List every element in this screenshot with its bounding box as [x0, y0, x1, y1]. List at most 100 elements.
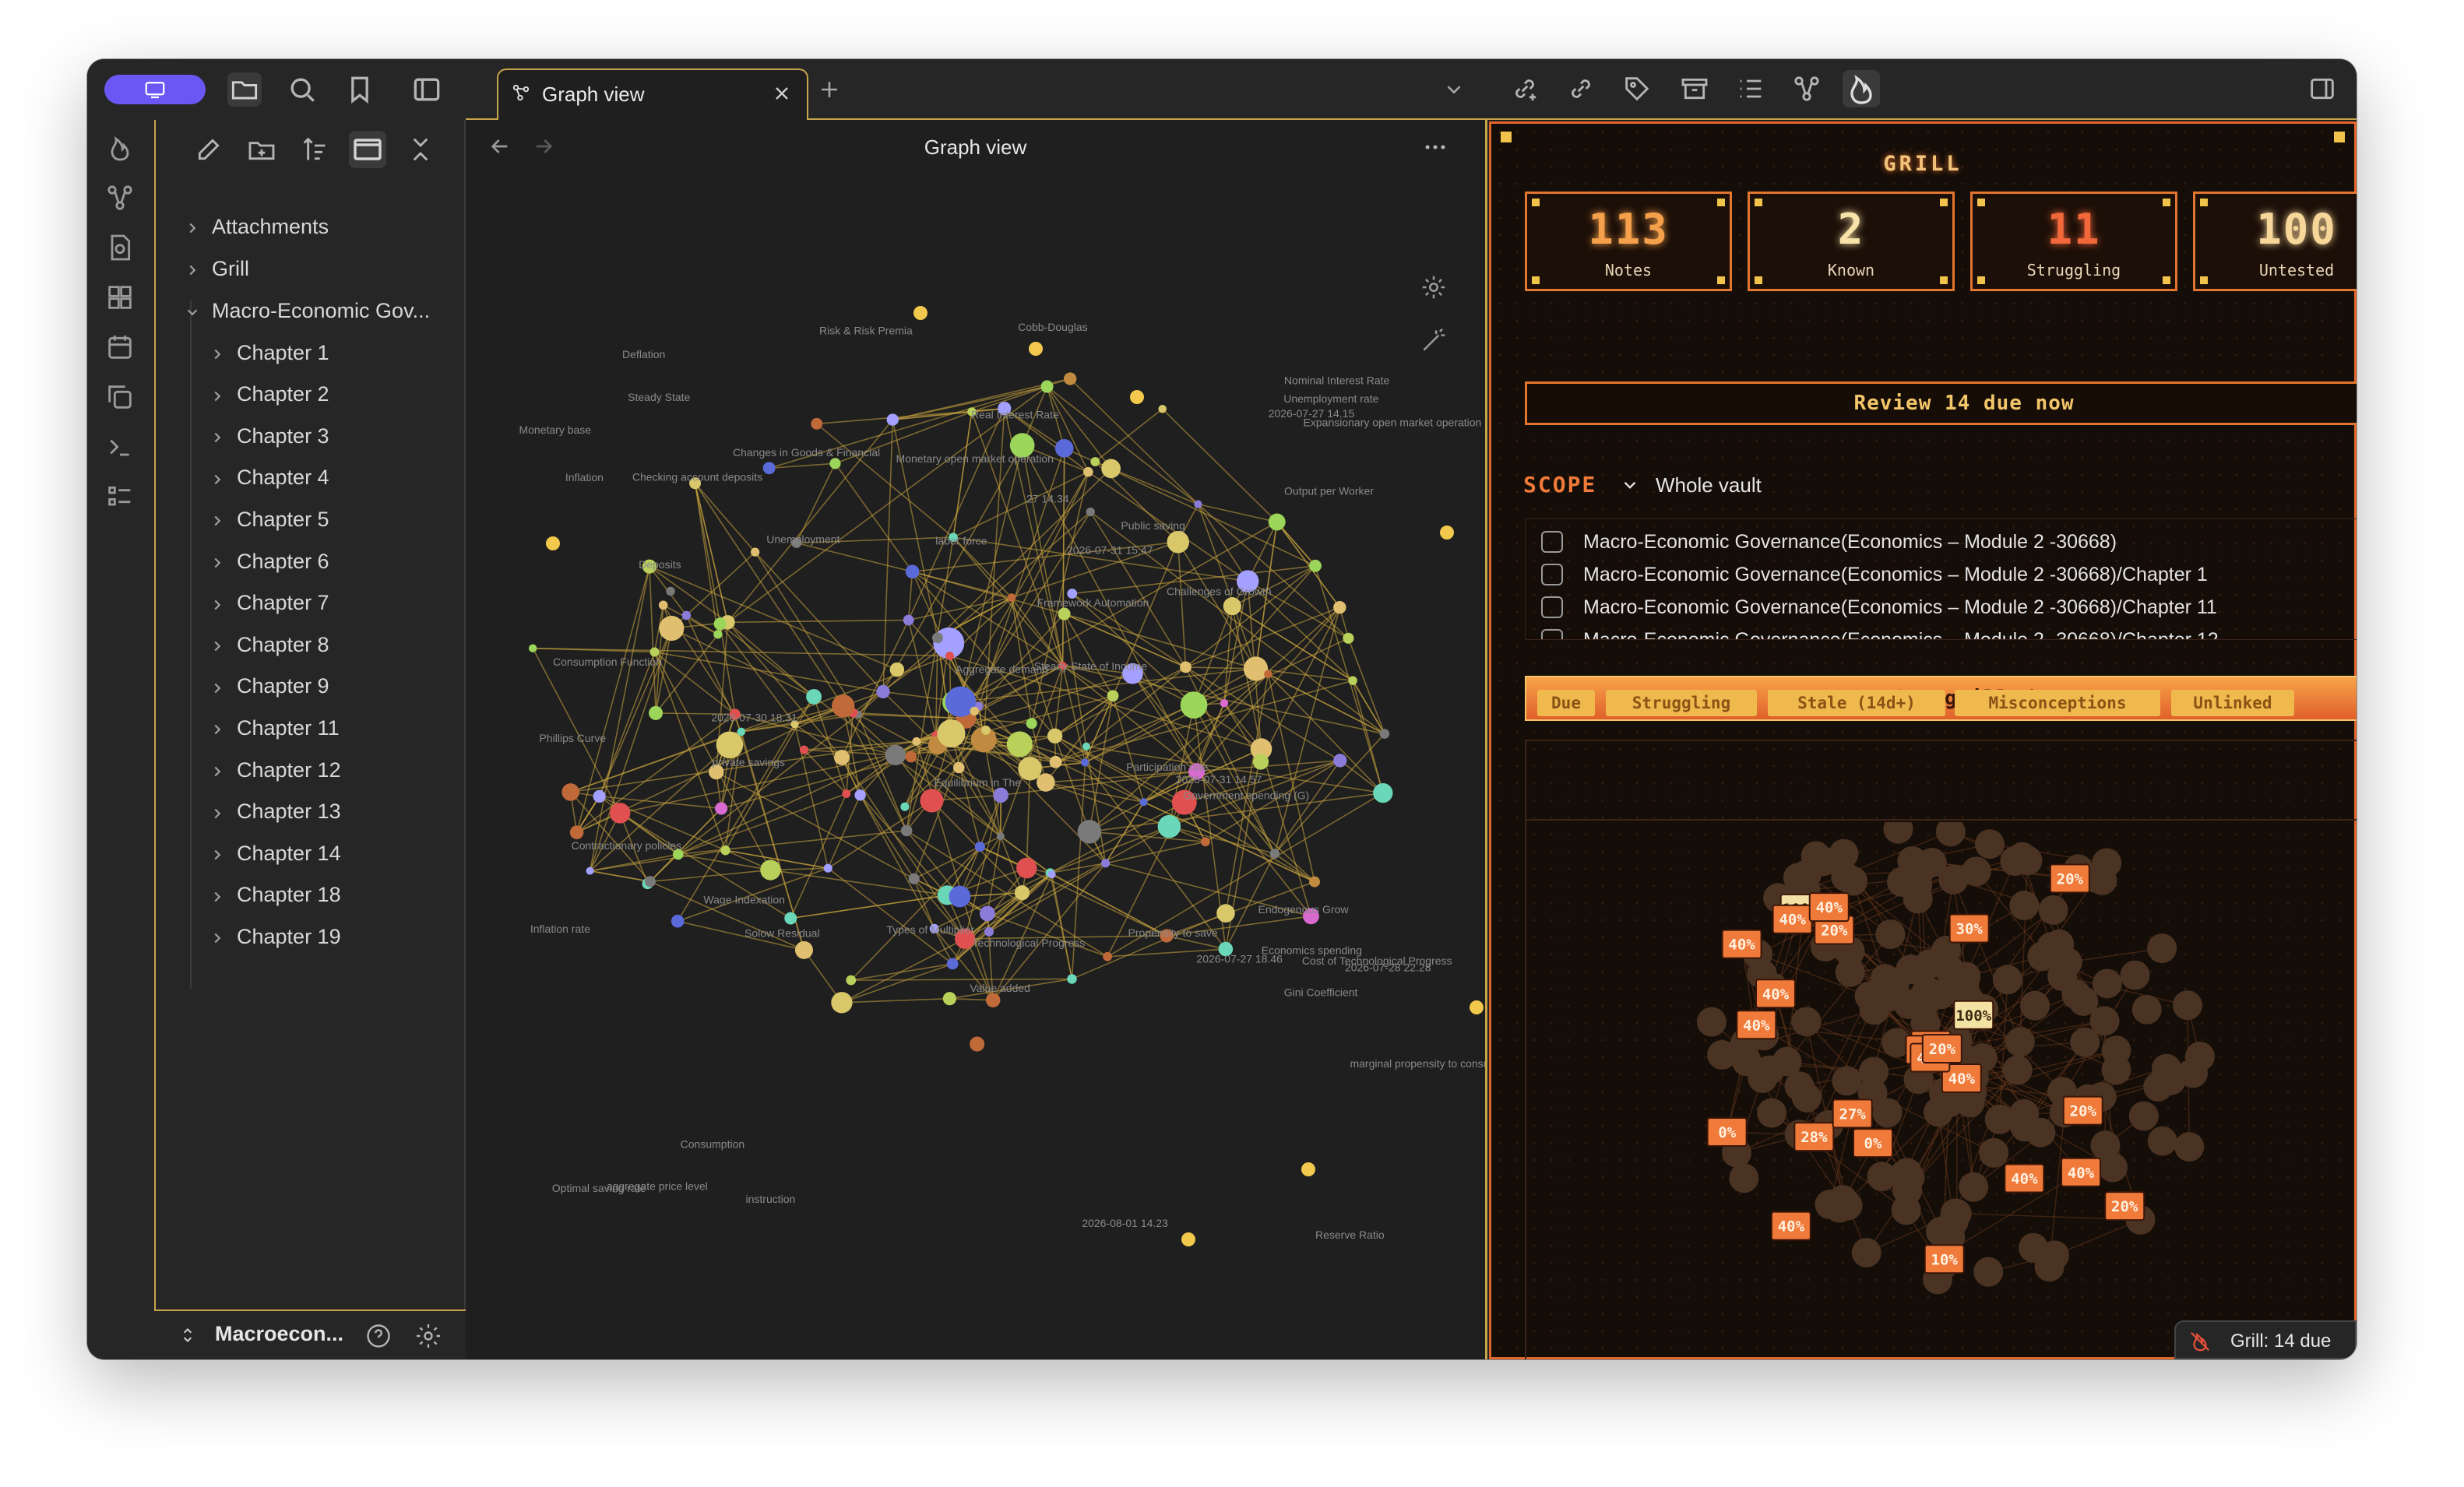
graph-node[interactable]: [784, 912, 797, 925]
checkbox[interactable]: [1541, 596, 1563, 618]
folder-item[interactable]: Attachments: [184, 207, 329, 246]
grill-graph-node[interactable]: [1851, 1237, 1881, 1267]
graph-node[interactable]: [593, 789, 606, 803]
mastery-badge[interactable]: 20%: [2104, 1191, 2145, 1222]
graph-node[interactable]: [666, 586, 675, 596]
archive-button[interactable]: [1679, 73, 1710, 104]
filter-chip[interactable]: Due: [1537, 690, 1595, 716]
graph-node[interactable]: [1103, 951, 1112, 961]
graph-node[interactable]: [681, 610, 692, 620]
graph-node[interactable]: [876, 684, 890, 699]
mastery-badge[interactable]: 0%: [1706, 1117, 1748, 1148]
chapter-folder-item[interactable]: Chapter 6: [209, 542, 329, 581]
graph-ribbon-button[interactable]: [104, 182, 136, 213]
mastery-badge[interactable]: 27%: [1832, 1099, 1873, 1129]
graph-node[interactable]: [1130, 390, 1144, 404]
graph-node[interactable]: [1309, 876, 1321, 888]
graph-node[interactable]: [846, 975, 857, 986]
grill-graph-node[interactable]: [1984, 1104, 2015, 1134]
grill-graph-node[interactable]: [2036, 931, 2067, 961]
graph-node[interactable]: [889, 662, 905, 677]
bookmarks-tab-button[interactable]: [343, 72, 377, 107]
grill-graph-node[interactable]: [1832, 1066, 1862, 1096]
status-text[interactable]: Grill: 14 due: [2230, 1331, 2331, 1352]
grill-graph-node[interactable]: [2128, 1101, 2159, 1131]
graph-node[interactable]: [985, 993, 1001, 1007]
close-icon[interactable]: [771, 83, 793, 104]
review-due-button[interactable]: Review 14 due now: [1525, 381, 2357, 425]
graph-node[interactable]: [671, 914, 685, 928]
graph-node[interactable]: [1006, 731, 1033, 758]
chevron-down-icon[interactable]: [1620, 475, 1640, 495]
graph-node[interactable]: [831, 992, 853, 1014]
graph-node[interactable]: [713, 617, 727, 631]
graph-node[interactable]: [842, 789, 851, 799]
grill-graph-node[interactable]: [1879, 969, 1910, 1000]
folder-item[interactable]: Grill: [184, 249, 249, 288]
grill-graph-node[interactable]: [1829, 1189, 1860, 1219]
graph-node[interactable]: [586, 867, 594, 875]
graph-node[interactable]: [949, 885, 971, 908]
graph-node[interactable]: [1440, 526, 1454, 540]
graph-node[interactable]: [528, 644, 537, 652]
toggle-sidebar-button[interactable]: [410, 72, 444, 107]
new-note-button[interactable]: [193, 134, 224, 165]
folder-item[interactable]: Macro-Economic Gov...: [184, 291, 430, 330]
grill-graph-node[interactable]: [2147, 933, 2177, 964]
graph-node[interactable]: [1040, 380, 1054, 393]
graph-node[interactable]: [1348, 676, 1357, 685]
graph-node[interactable]: [1223, 597, 1241, 616]
grill-graph-node[interactable]: [1835, 957, 1865, 987]
scope-option[interactable]: Macro-Economic Governance(Economics – Mo…: [1541, 526, 2117, 558]
grill-graph-node[interactable]: [1791, 1007, 1822, 1037]
grill-graph-node[interactable]: [2147, 1126, 2177, 1156]
graph-node[interactable]: [1018, 757, 1042, 781]
backlinks-button[interactable]: [1565, 73, 1596, 104]
graph-node[interactable]: [644, 876, 656, 888]
calendar-ribbon-button[interactable]: [104, 332, 136, 363]
chapter-folder-item[interactable]: Chapter 3: [209, 417, 329, 455]
checkbox[interactable]: [1541, 564, 1563, 585]
vault-name[interactable]: Macroecon...: [215, 1322, 343, 1346]
graph-node[interactable]: [984, 926, 994, 937]
graph-node[interactable]: [1470, 1000, 1484, 1014]
grill-graph-node[interactable]: [1791, 1082, 1822, 1113]
graph-node[interactable]: [1158, 405, 1167, 413]
graph-node[interactable]: [1081, 758, 1089, 767]
mastery-badge[interactable]: 20%: [2062, 1095, 2103, 1126]
grill-graph-node[interactable]: [1935, 822, 1966, 847]
graph-node[interactable]: [942, 992, 956, 1006]
graph-node[interactable]: [823, 863, 832, 873]
link-add-button[interactable]: [1509, 73, 1540, 104]
graph-node[interactable]: [609, 803, 631, 824]
mastery-badge[interactable]: 0%: [1852, 1128, 1893, 1158]
search-tab-button[interactable]: [285, 72, 319, 107]
graph-node[interactable]: [1181, 1232, 1195, 1246]
graph-node[interactable]: [811, 417, 823, 430]
graph-node[interactable]: [974, 841, 985, 852]
graph-node[interactable]: [799, 745, 809, 754]
chevron-down-icon[interactable]: [1442, 78, 1466, 101]
local-graph-button[interactable]: [1791, 73, 1822, 104]
graph-node[interactable]: [1016, 857, 1037, 879]
graph-node[interactable]: [1180, 661, 1192, 673]
mastery-badge[interactable]: 20%: [1921, 1033, 1962, 1063]
grill-graph-node[interactable]: [2151, 1053, 2181, 1084]
grill-graph-node[interactable]: [2000, 846, 2030, 877]
graph-node[interactable]: [905, 751, 917, 763]
grill-graph-node[interactable]: [1757, 1098, 1787, 1128]
graph-node[interactable]: [920, 789, 944, 813]
graph-node[interactable]: [831, 694, 855, 718]
chapter-folder-item[interactable]: Chapter 12: [209, 751, 341, 789]
grill-graph-node[interactable]: [2087, 865, 2117, 895]
mastery-badge[interactable]: 28%: [1793, 1122, 1835, 1152]
graph-node[interactable]: [931, 632, 943, 644]
graph-node[interactable]: [760, 860, 781, 881]
graph-node[interactable]: [996, 832, 1005, 841]
graph-node[interactable]: [1077, 820, 1102, 844]
filter-chip[interactable]: Stale (14d+): [1768, 690, 1945, 716]
graph-node[interactable]: [1309, 559, 1322, 572]
graph-node[interactable]: [980, 905, 995, 922]
no-flame-icon[interactable]: [2188, 1330, 2212, 1353]
chapter-folder-item[interactable]: Chapter 4: [209, 459, 329, 497]
